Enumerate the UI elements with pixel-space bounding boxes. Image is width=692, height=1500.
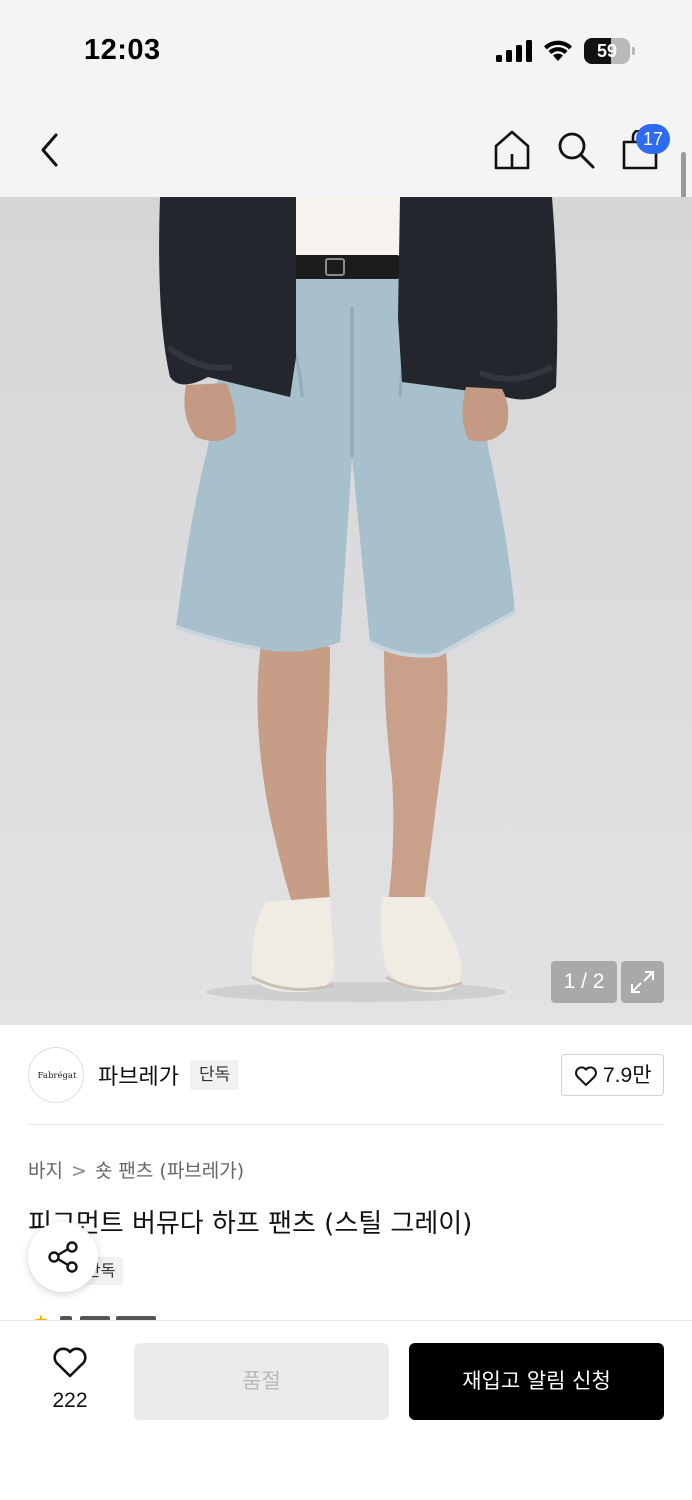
wifi-icon xyxy=(544,40,572,61)
brand-logo-text: Fabrégat xyxy=(37,1071,77,1081)
share-button[interactable] xyxy=(28,1222,98,1292)
breadcrumb-item-category[interactable]: 바지 xyxy=(28,1160,63,1182)
brand-name[interactable]: 파브레가 xyxy=(98,1059,179,1091)
restock-alert-button[interactable]: 재입고 알림 신청 xyxy=(409,1343,664,1420)
status-time: 12:03 xyxy=(84,34,161,66)
status-bar: 12:03 59 xyxy=(0,0,692,100)
image-counter: 1 / 2 xyxy=(551,961,617,1003)
product-title: 피그먼트 버뮤다 하프 팬츠 (스틸 그레이) xyxy=(28,1209,473,1239)
section-divider xyxy=(28,1124,664,1125)
soldout-button: 품절 xyxy=(134,1343,389,1420)
brand-like-count: 7.9만 xyxy=(603,1064,652,1087)
top-navigation: 17 xyxy=(0,100,692,197)
breadcrumb-item-subcategory[interactable]: 숏 팬츠 (파브레가) xyxy=(95,1160,244,1182)
battery-indicator: 59 xyxy=(584,38,636,64)
bottom-action-bar: 222 품절 재입고 알림 신청 xyxy=(0,1320,692,1500)
breadcrumb: 바지 > 숏 팬츠 (파브레가) xyxy=(28,1156,244,1183)
product-photo xyxy=(159,197,558,1002)
expand-icon xyxy=(631,971,654,993)
home-icon[interactable] xyxy=(492,128,532,172)
expand-image-button[interactable] xyxy=(621,961,664,1003)
battery-level: 59 xyxy=(596,41,618,61)
review-summary-peek xyxy=(34,1312,194,1320)
wishlist-count: 222 xyxy=(52,1389,88,1412)
back-arrow-icon[interactable] xyxy=(34,130,66,170)
cart-count-badge: 17 xyxy=(636,124,670,154)
search-icon[interactable] xyxy=(556,130,596,170)
brand-logo[interactable]: Fabrégat xyxy=(28,1047,84,1103)
heart-icon xyxy=(53,1347,87,1378)
cellular-signal-icon xyxy=(496,40,532,62)
brand-like-button[interactable]: 7.9만 xyxy=(561,1054,664,1096)
product-image-gallery[interactable]: 1 / 2 xyxy=(0,197,692,1025)
share-icon xyxy=(48,1241,78,1273)
wishlist-button[interactable]: 222 xyxy=(40,1345,100,1415)
brand-exclusive-badge: 단독 xyxy=(190,1060,240,1090)
heart-icon xyxy=(575,1066,597,1086)
chevron-right-icon: > xyxy=(70,1160,87,1182)
